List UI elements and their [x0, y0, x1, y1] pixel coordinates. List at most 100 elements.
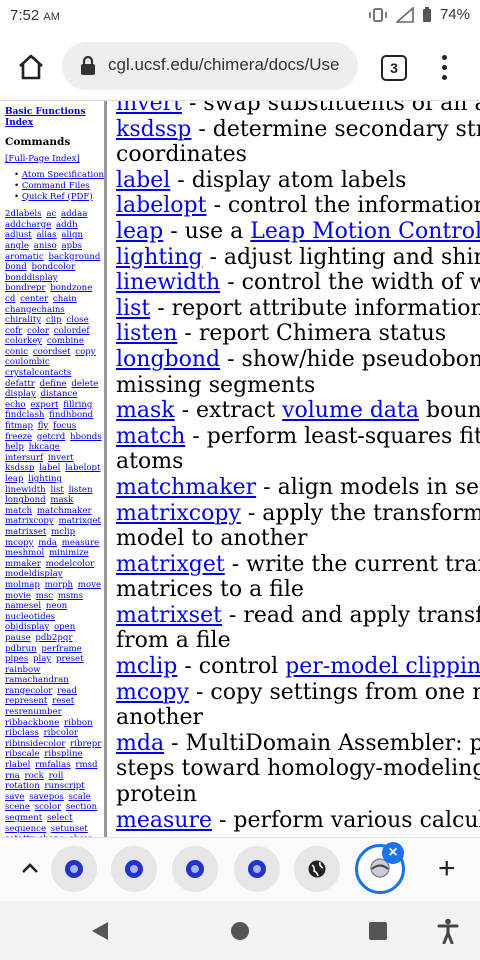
sidebar-command-link[interactable]: copy	[75, 347, 95, 357]
sidebar-command-link[interactable]: pdbrun	[5, 644, 37, 654]
sidebar-command-link[interactable]: mcopy	[5, 538, 34, 548]
sidebar-command-link[interactable]: colordef	[54, 326, 90, 336]
sidebar-command-link[interactable]: ribspline	[44, 749, 82, 759]
tab-thumbnail[interactable]	[294, 846, 340, 892]
sidebar-command-link[interactable]: leap	[5, 474, 23, 484]
sidebar-command-link[interactable]: colorkey	[5, 336, 42, 346]
sidebar-command-link[interactable]: fitmap	[5, 421, 33, 431]
sidebar-command-link[interactable]: rmfalias	[35, 760, 71, 770]
sidebar-command-link[interactable]: changechains	[5, 305, 65, 315]
sidebar-command-link[interactable]: modelcolor	[46, 559, 95, 569]
sidebar-command-link[interactable]: ramachandran	[5, 675, 69, 685]
command-link[interactable]: list	[116, 296, 150, 321]
command-link[interactable]: labelopt	[116, 193, 206, 218]
sidebar-command-link[interactable]: listen	[69, 485, 93, 495]
accessibility-icon[interactable]	[437, 918, 459, 944]
command-link[interactable]: measure	[116, 808, 212, 833]
sidebar-command-link[interactable]: bondzone	[50, 283, 92, 293]
command-link[interactable]: matrixget	[116, 552, 225, 577]
command-link[interactable]: invert	[116, 101, 182, 116]
sidebar-command-link[interactable]: crystalcontacts	[5, 368, 71, 378]
sidebar-command-link[interactable]: invert	[48, 453, 74, 463]
sidebar-command-link[interactable]: display	[5, 389, 36, 399]
sidebar-command-link[interactable]: ac	[46, 209, 56, 219]
sidebar-command-link[interactable]: cd	[5, 294, 15, 304]
command-link[interactable]: leap	[116, 219, 163, 244]
sidebar-command-link[interactable]: save	[5, 792, 24, 802]
command-link[interactable]: listen	[116, 321, 177, 346]
command-link[interactable]: label	[116, 168, 170, 193]
sidebar-command-link[interactable]: alias	[36, 230, 56, 240]
sidebar-command-link[interactable]: mda	[38, 538, 57, 548]
sidebar-command-link[interactable]: findclash	[5, 410, 44, 420]
sidebar-command-link[interactable]: nucleotides	[5, 612, 55, 622]
sidebar-command-link[interactable]: bond	[5, 262, 27, 272]
sidebar-command-link[interactable]: findhbond	[49, 410, 93, 420]
sidebar-command-link[interactable]: ribscale	[5, 749, 40, 759]
command-link[interactable]: mda	[116, 731, 164, 756]
sidebar-doc-link[interactable]: Atom Specification	[22, 170, 104, 180]
sidebar-command-link[interactable]: movie	[5, 591, 31, 601]
tab-thumbnail[interactable]	[51, 846, 97, 892]
sidebar-command-link[interactable]: color	[27, 326, 49, 336]
sidebar-command-link[interactable]: delete	[71, 379, 98, 389]
sidebar-command-link[interactable]: morph	[45, 580, 73, 590]
sidebar-command-link[interactable]: 2dlabels	[5, 209, 42, 219]
command-link[interactable]: mclip	[116, 654, 177, 679]
sidebar-command-link[interactable]: combine	[47, 336, 84, 346]
command-link[interactable]: match	[116, 424, 185, 449]
sidebar-command-link[interactable]: intersurf	[5, 453, 43, 463]
sidebar-command-link[interactable]: sequence	[5, 824, 46, 834]
sidebar-command-link[interactable]: bonddisplay	[5, 273, 58, 283]
sidebar-command-link[interactable]: bondcolor	[31, 262, 75, 272]
sidebar-command-link[interactable]: matrixget	[59, 516, 101, 526]
sidebar-command-link[interactable]: fillring	[63, 400, 92, 410]
sidebar-command-link[interactable]: echo	[5, 400, 26, 410]
sidebar-command-link[interactable]: match	[5, 506, 32, 516]
sidebar-command-link[interactable]: rlabel	[5, 760, 30, 770]
sidebar-command-link[interactable]: adjust	[5, 230, 32, 240]
sidebar-command-link[interactable]: objdisplay	[5, 622, 49, 632]
sidebar-command-link[interactable]: ribbon	[64, 718, 93, 728]
sidebar-command-link[interactable]: addh	[56, 220, 78, 230]
sidebar-command-link[interactable]: measure	[62, 538, 100, 548]
back-icon[interactable]	[90, 921, 110, 941]
basic-functions-index-link[interactable]: Basic Functions Index	[5, 107, 104, 128]
home-icon[interactable]	[16, 52, 46, 82]
sidebar-command-link[interactable]: hbonds	[70, 432, 102, 442]
sidebar-command-link[interactable]: linewidth	[5, 485, 46, 495]
tab-thumbnail[interactable]	[172, 846, 218, 892]
sidebar-command-link[interactable]: modeldisplay	[5, 569, 63, 579]
sidebar-command-link[interactable]: hkcage	[29, 442, 60, 452]
sidebar-command-link[interactable]: savepos	[29, 792, 64, 802]
sidebar-command-link[interactable]: setunset	[51, 824, 88, 834]
tab-thumbnail[interactable]	[234, 846, 280, 892]
sidebar-command-link[interactable]: rna	[5, 771, 20, 781]
sidebar-command-link[interactable]: matchmaker	[37, 506, 92, 516]
lock-icon[interactable]	[80, 56, 96, 76]
sidebar-command-link[interactable]: minimize	[49, 548, 89, 558]
tab-thumbnail[interactable]	[111, 846, 157, 892]
sidebar-command-link[interactable]: read	[57, 686, 77, 696]
sidebar-command-link[interactable]: close	[66, 315, 88, 325]
command-link[interactable]: mcopy	[116, 680, 189, 705]
sidebar-command-link[interactable]: mmaker	[5, 559, 41, 569]
sidebar-command-link[interactable]: ribclass	[5, 728, 39, 738]
sidebar-command-link[interactable]: move	[78, 580, 101, 590]
sidebar-command-link[interactable]: bondrepr	[5, 283, 46, 293]
sidebar-command-link[interactable]: perframe	[41, 644, 81, 654]
sidebar-command-link[interactable]: conic	[5, 347, 28, 357]
sidebar-command-link[interactable]: coordset	[33, 347, 71, 357]
sidebar-command-link[interactable]: scolor	[35, 802, 61, 812]
sidebar-command-link[interactable]: coulombic	[5, 357, 50, 367]
sidebar-command-link[interactable]: pipes	[5, 654, 28, 664]
sidebar-command-link[interactable]: rotation	[5, 781, 40, 791]
inline-link[interactable]: Leap Motion Controller	[250, 219, 480, 244]
command-link[interactable]: matrixset	[116, 603, 222, 628]
sidebar-command-link[interactable]: play	[33, 654, 51, 664]
url-text[interactable]: cgl.ucsf.edu/chimera/docs/Use	[108, 55, 354, 75]
sidebar-command-link[interactable]: ribinsidecolor	[5, 739, 65, 749]
sidebar-command-link[interactable]: open	[54, 622, 75, 632]
sidebar-command-link[interactable]: segment	[5, 813, 42, 823]
sidebar-command-link[interactable]: neon	[46, 601, 67, 611]
